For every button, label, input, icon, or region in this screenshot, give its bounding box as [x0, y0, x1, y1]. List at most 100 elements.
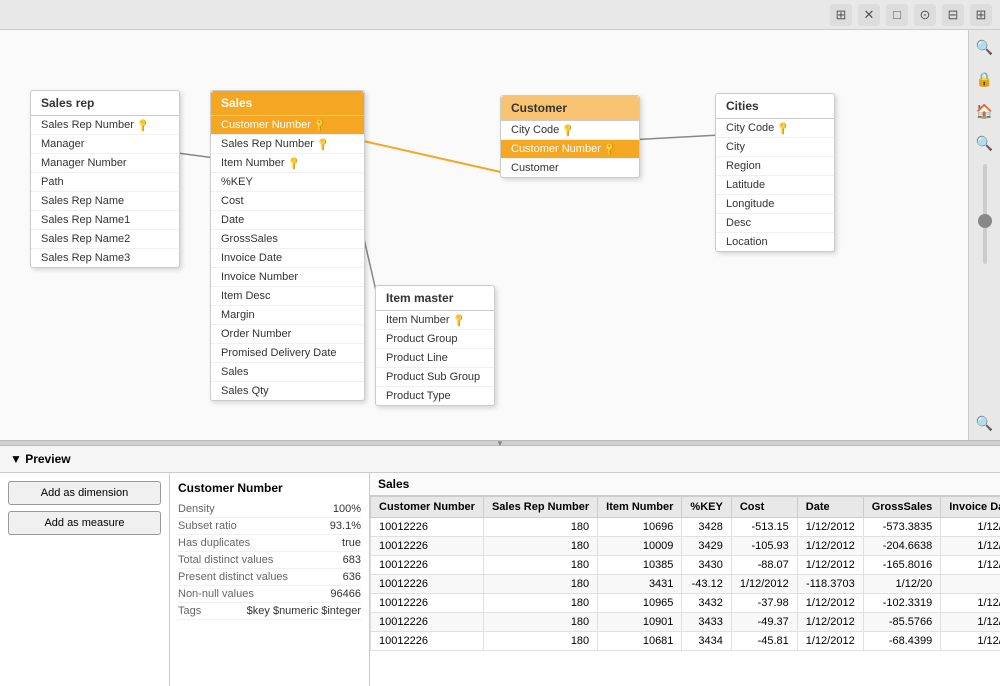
preview-left-panel: Add as dimension Add as measure — [0, 473, 170, 686]
data-table: Customer Number Sales Rep Number Item Nu… — [370, 496, 1000, 651]
meta-density-value: 100% — [333, 503, 361, 515]
field-item-number[interactable]: Item Number 🔑 — [211, 154, 364, 173]
table-customer: Customer City Code 🔑 Customer Number 🔑 C… — [500, 95, 640, 178]
meta-field-name: Customer Number — [178, 481, 361, 495]
meta-density-label: Density — [178, 503, 215, 515]
field-salesrep-name1[interactable]: Sales Rep Name1 — [31, 211, 179, 230]
field-product-group[interactable]: Product Group — [376, 330, 494, 349]
meta-nonnull: Non-null values 96466 — [178, 586, 361, 603]
field-cost[interactable]: Cost — [211, 192, 364, 211]
zoom-fit-icon[interactable]: 🔍 — [974, 412, 996, 434]
preview-header: ▼ Preview — [0, 446, 1000, 473]
toolbar-icon-3[interactable]: □ — [886, 4, 908, 26]
table-sales-header: Sales — [211, 91, 364, 116]
field-product-line[interactable]: Product Line — [376, 349, 494, 368]
preview-table-title: Sales — [370, 473, 1000, 496]
toolbar-icon-1[interactable]: ⊞ — [830, 4, 852, 26]
table-row: 10012226180100093429-105.931/12/2012-204… — [371, 537, 1000, 556]
field-invoice-number[interactable]: Invoice Number — [211, 268, 364, 287]
field-cities-city-code[interactable]: City Code 🔑 — [716, 119, 834, 138]
field-product-subgroup[interactable]: Product Sub Group — [376, 368, 494, 387]
zoom-out-icon[interactable]: 🔍 — [974, 132, 996, 154]
field-customer[interactable]: Customer — [501, 159, 639, 177]
field-path[interactable]: Path — [31, 173, 179, 192]
key-icon: 🔑 — [136, 117, 152, 133]
zoom-slider-container — [983, 164, 987, 402]
col-item-number: Item Number — [598, 497, 682, 518]
field-latitude[interactable]: Latitude — [716, 176, 834, 195]
add-measure-button[interactable]: Add as measure — [8, 511, 161, 535]
table-header-row: Customer Number Sales Rep Number Item Nu… — [371, 497, 1000, 518]
field-city-code[interactable]: City Code 🔑 — [501, 121, 639, 140]
field-salesrep-name2[interactable]: Sales Rep Name2 — [31, 230, 179, 249]
meta-subset-value: 93.1% — [330, 520, 361, 532]
col-customer-number: Customer Number — [371, 497, 484, 518]
field-sales[interactable]: Sales — [211, 363, 364, 382]
field-grosssales[interactable]: GrossSales — [211, 230, 364, 249]
table-row: 100122261803431-43.121/12/2012-118.37031… — [371, 575, 1000, 594]
preview-body: Add as dimension Add as measure Customer… — [0, 473, 1000, 686]
meta-dup-label: Has duplicates — [178, 537, 250, 549]
home-icon[interactable]: 🏠 — [974, 100, 996, 122]
field-longitude[interactable]: Longitude — [716, 195, 834, 214]
field-im-item-number[interactable]: Item Number 🔑 — [376, 311, 494, 330]
zoom-thumb[interactable] — [978, 214, 992, 228]
field-pkey[interactable]: %KEY — [211, 173, 364, 192]
field-sales-qty[interactable]: Sales Qty — [211, 382, 364, 400]
table-row: 10012226180103853430-88.071/12/2012-165.… — [371, 556, 1000, 575]
toolbar-icon-2[interactable]: ✕ — [858, 4, 880, 26]
toolbar: ⊞ ✕ □ ⊙ ⊟ ⊞ — [0, 0, 1000, 30]
lock-icon[interactable]: 🔒 — [974, 68, 996, 90]
table-salesrep-header: Sales rep — [31, 91, 179, 116]
right-panel: 🔍 🔒 🏠 🔍 🔍 — [968, 30, 1000, 440]
canvas-area: Sales rep Sales Rep Number 🔑 Manager Man… — [0, 30, 1000, 440]
field-order-number[interactable]: Order Number — [211, 325, 364, 344]
col-cost: Cost — [731, 497, 797, 518]
meta-nn-value: 96466 — [330, 588, 361, 600]
field-promised-delivery[interactable]: Promised Delivery Date — [211, 344, 364, 363]
field-customer-number[interactable]: Customer Number 🔑 — [211, 116, 364, 135]
field-salesrep-number[interactable]: Sales Rep Number 🔑 — [31, 116, 179, 135]
field-location[interactable]: Location — [716, 233, 834, 251]
meta-pd-value: 636 — [343, 571, 361, 583]
field-salesrep-name[interactable]: Sales Rep Name — [31, 192, 179, 211]
field-manager-number[interactable]: Manager Number — [31, 154, 179, 173]
table-itemmaster-header: Item master — [376, 286, 494, 311]
meta-tags-value: $key $numeric $integer — [247, 605, 361, 617]
table-row: 10012226180106813434-45.811/12/2012-68.4… — [371, 632, 1000, 651]
meta-tags: Tags $key $numeric $integer — [178, 603, 361, 620]
field-city[interactable]: City — [716, 138, 834, 157]
field-salesrep-name3[interactable]: Sales Rep Name3 — [31, 249, 179, 267]
field-invoice-date[interactable]: Invoice Date — [211, 249, 364, 268]
meta-density: Density 100% — [178, 501, 361, 518]
meta-present-distinct: Present distinct values 636 — [178, 569, 361, 586]
field-customer-number-cust[interactable]: Customer Number 🔑 — [501, 140, 639, 159]
field-manager[interactable]: Manager — [31, 135, 179, 154]
field-sales-rep-number[interactable]: Sales Rep Number 🔑 — [211, 135, 364, 154]
meta-dup-value: true — [342, 537, 361, 549]
key-icon-inum: 🔑 — [451, 312, 467, 328]
field-region[interactable]: Region — [716, 157, 834, 176]
add-dimension-button[interactable]: Add as dimension — [8, 481, 161, 505]
zoom-track[interactable] — [983, 164, 987, 264]
toolbar-icon-6[interactable]: ⊞ — [970, 4, 992, 26]
field-date[interactable]: Date — [211, 211, 364, 230]
meta-subset-label: Subset ratio — [178, 520, 237, 532]
zoom-in-icon[interactable]: 🔍 — [974, 36, 996, 58]
field-item-desc[interactable]: Item Desc — [211, 287, 364, 306]
table-cities: Cities City Code 🔑 City Region Latitude … — [715, 93, 835, 252]
col-sales-rep-number: Sales Rep Number — [483, 497, 597, 518]
field-product-type[interactable]: Product Type — [376, 387, 494, 405]
key-icon-ccc: 🔑 — [776, 120, 792, 136]
col-grosssales: GrossSales — [863, 497, 941, 518]
preview-table-area[interactable]: Sales Customer Number Sales Rep Number I… — [370, 473, 1000, 686]
table-salesrep: Sales rep Sales Rep Number 🔑 Manager Man… — [30, 90, 180, 268]
key-icon-cn: 🔑 — [313, 117, 329, 133]
field-desc[interactable]: Desc — [716, 214, 834, 233]
toolbar-icon-4[interactable]: ⊙ — [914, 4, 936, 26]
table-cities-header: Cities — [716, 94, 834, 119]
toolbar-icon-5[interactable]: ⊟ — [942, 4, 964, 26]
meta-nn-label: Non-null values — [178, 588, 254, 600]
field-margin[interactable]: Margin — [211, 306, 364, 325]
key-icon-srn: 🔑 — [316, 136, 332, 152]
